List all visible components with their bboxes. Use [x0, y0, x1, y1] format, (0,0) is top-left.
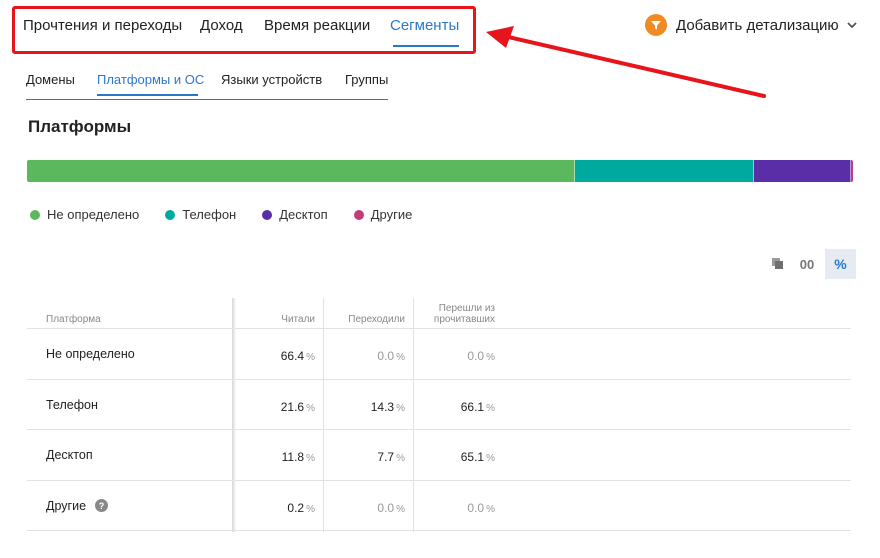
unit: %: [396, 402, 405, 414]
header-clicked-of-read-line1: Перешли из: [438, 303, 495, 314]
unit: %: [486, 402, 495, 414]
platform-name: Не определено: [46, 347, 135, 361]
clicked-of-read-value: 65.1%: [461, 450, 495, 464]
read-value: 0.2%: [287, 501, 315, 515]
legend-item-other: Другие: [353, 207, 413, 222]
value: 21.6: [280, 399, 305, 414]
funnel-icon: [645, 14, 667, 36]
clicked-value: 14.3%: [371, 400, 405, 414]
header-platform[interactable]: Платформа: [46, 314, 101, 325]
platforms-table: Платформа Читали Переходили Перешли из п…: [27, 298, 851, 532]
value: 11.8: [281, 450, 305, 464]
legend-label: Десктоп: [279, 207, 328, 222]
value: 0.0: [467, 349, 485, 363]
absolute-values-button[interactable]: 00: [796, 257, 818, 272]
platform-name-text: Другие: [46, 498, 87, 513]
subtab-domains[interactable]: Домены: [26, 72, 75, 87]
sub-tabs: Домены Платформы и ОС Языки устройств Гр…: [26, 70, 388, 100]
clicked-of-read-value: 0.0%: [467, 501, 495, 515]
unit: %: [396, 503, 405, 515]
active-tab-underline: [393, 45, 459, 47]
legend-dot: [165, 209, 176, 220]
header-clicked-of-read-line2: прочитавших: [433, 314, 495, 325]
add-detail-label: Добавить детализацию: [676, 16, 839, 34]
tab-reaction-time[interactable]: Время реакции: [264, 17, 370, 34]
value: 0.0: [377, 500, 395, 515]
bar-segment-0: [27, 160, 576, 182]
unit: %: [486, 503, 495, 515]
table-header: Платформа Читали Переходили Перешли из п…: [27, 298, 851, 532]
unit: %: [306, 453, 315, 464]
legend: Не определено Телефон Десктоп Другие: [30, 207, 438, 222]
platform-distribution-bar: [27, 160, 853, 182]
active-subtab-underline: [97, 94, 198, 96]
unit: %: [396, 352, 405, 363]
tab-revenue[interactable]: Доход: [200, 17, 243, 34]
clicked-value: 0.0%: [377, 349, 405, 363]
chevron-down-icon: [847, 16, 857, 34]
legend-label: Телефон: [182, 207, 237, 222]
table-row: Телефон 21.6% 14.3% 66.1%: [27, 380, 851, 430]
clicked-value: 0.0%: [377, 501, 405, 515]
unit: %: [306, 402, 315, 414]
unit: %: [306, 503, 315, 515]
platform-name: Десктоп: [46, 448, 93, 462]
legend-dot: [262, 209, 273, 220]
add-detail-button[interactable]: Добавить детализацию: [645, 13, 857, 37]
value: 65.1: [460, 450, 485, 464]
value: 0.0: [467, 500, 485, 515]
table-row: Другие ? 0.2% 0.0% 0.0%: [27, 481, 851, 531]
unit: %: [486, 352, 495, 363]
header-read[interactable]: Читали: [281, 314, 315, 325]
platform-name: Другие ?: [46, 498, 109, 513]
legend-dot: [353, 209, 364, 220]
legend-label: Не определено: [47, 207, 140, 222]
legend-item-undefined: Не определено: [30, 207, 139, 222]
header-clicked[interactable]: Переходили: [348, 314, 405, 325]
clicked-value: 7.7%: [377, 450, 405, 464]
value: 14.3: [370, 399, 395, 414]
table-row: Десктоп 11.8% 7.7% 65.1%: [27, 430, 851, 481]
clicked-of-read-value: 66.1%: [461, 400, 495, 414]
tab-reads-and-clicks[interactable]: Прочтения и переходы: [23, 17, 182, 34]
value: 66.1: [460, 399, 485, 414]
section-title: Платформы: [28, 117, 132, 136]
legend-item-phone: Телефон: [165, 207, 236, 222]
subtab-groups[interactable]: Группы: [345, 72, 388, 87]
bar-segment-3: [851, 160, 853, 182]
percent-values-button[interactable]: %: [825, 249, 856, 279]
unit: %: [306, 352, 315, 363]
read-value: 66.4%: [281, 349, 315, 363]
unit: %: [396, 453, 405, 464]
subtab-device-languages[interactable]: Языки устройств: [221, 72, 322, 87]
value: 66.4: [280, 349, 305, 363]
value: 7.7: [377, 450, 395, 464]
bar-segment-2: [753, 160, 852, 182]
subtab-platforms-os[interactable]: Платформы и ОС: [97, 72, 204, 87]
question-icon[interactable]: ?: [95, 499, 109, 512]
legend-label: Другие: [370, 207, 413, 222]
table-row: Не определено 66.4% 0.0% 0.0%: [27, 329, 851, 380]
annotation-arrow: [486, 26, 766, 98]
clicked-of-read-value: 0.0%: [467, 349, 495, 363]
read-value: 21.6%: [281, 400, 315, 414]
read-value: 11.8%: [282, 450, 315, 464]
value: 0.2: [287, 500, 305, 515]
view-toggle: 00 %: [768, 249, 856, 279]
legend-dot: [30, 209, 40, 220]
legend-item-desktop: Десктоп: [262, 207, 328, 222]
header-clicked-of-read[interactable]: Перешли из прочитавших: [434, 303, 495, 325]
platform-name: Телефон: [46, 397, 98, 412]
top-tabs-highlight-box: Прочтения и переходы Доход Время реакции…: [12, 6, 476, 54]
tab-segments[interactable]: Сегменты: [390, 17, 459, 34]
unit: %: [486, 453, 495, 464]
copy-icon[interactable]: [768, 254, 788, 274]
bar-segment-1: [575, 160, 754, 182]
value: 0.0: [377, 349, 395, 363]
